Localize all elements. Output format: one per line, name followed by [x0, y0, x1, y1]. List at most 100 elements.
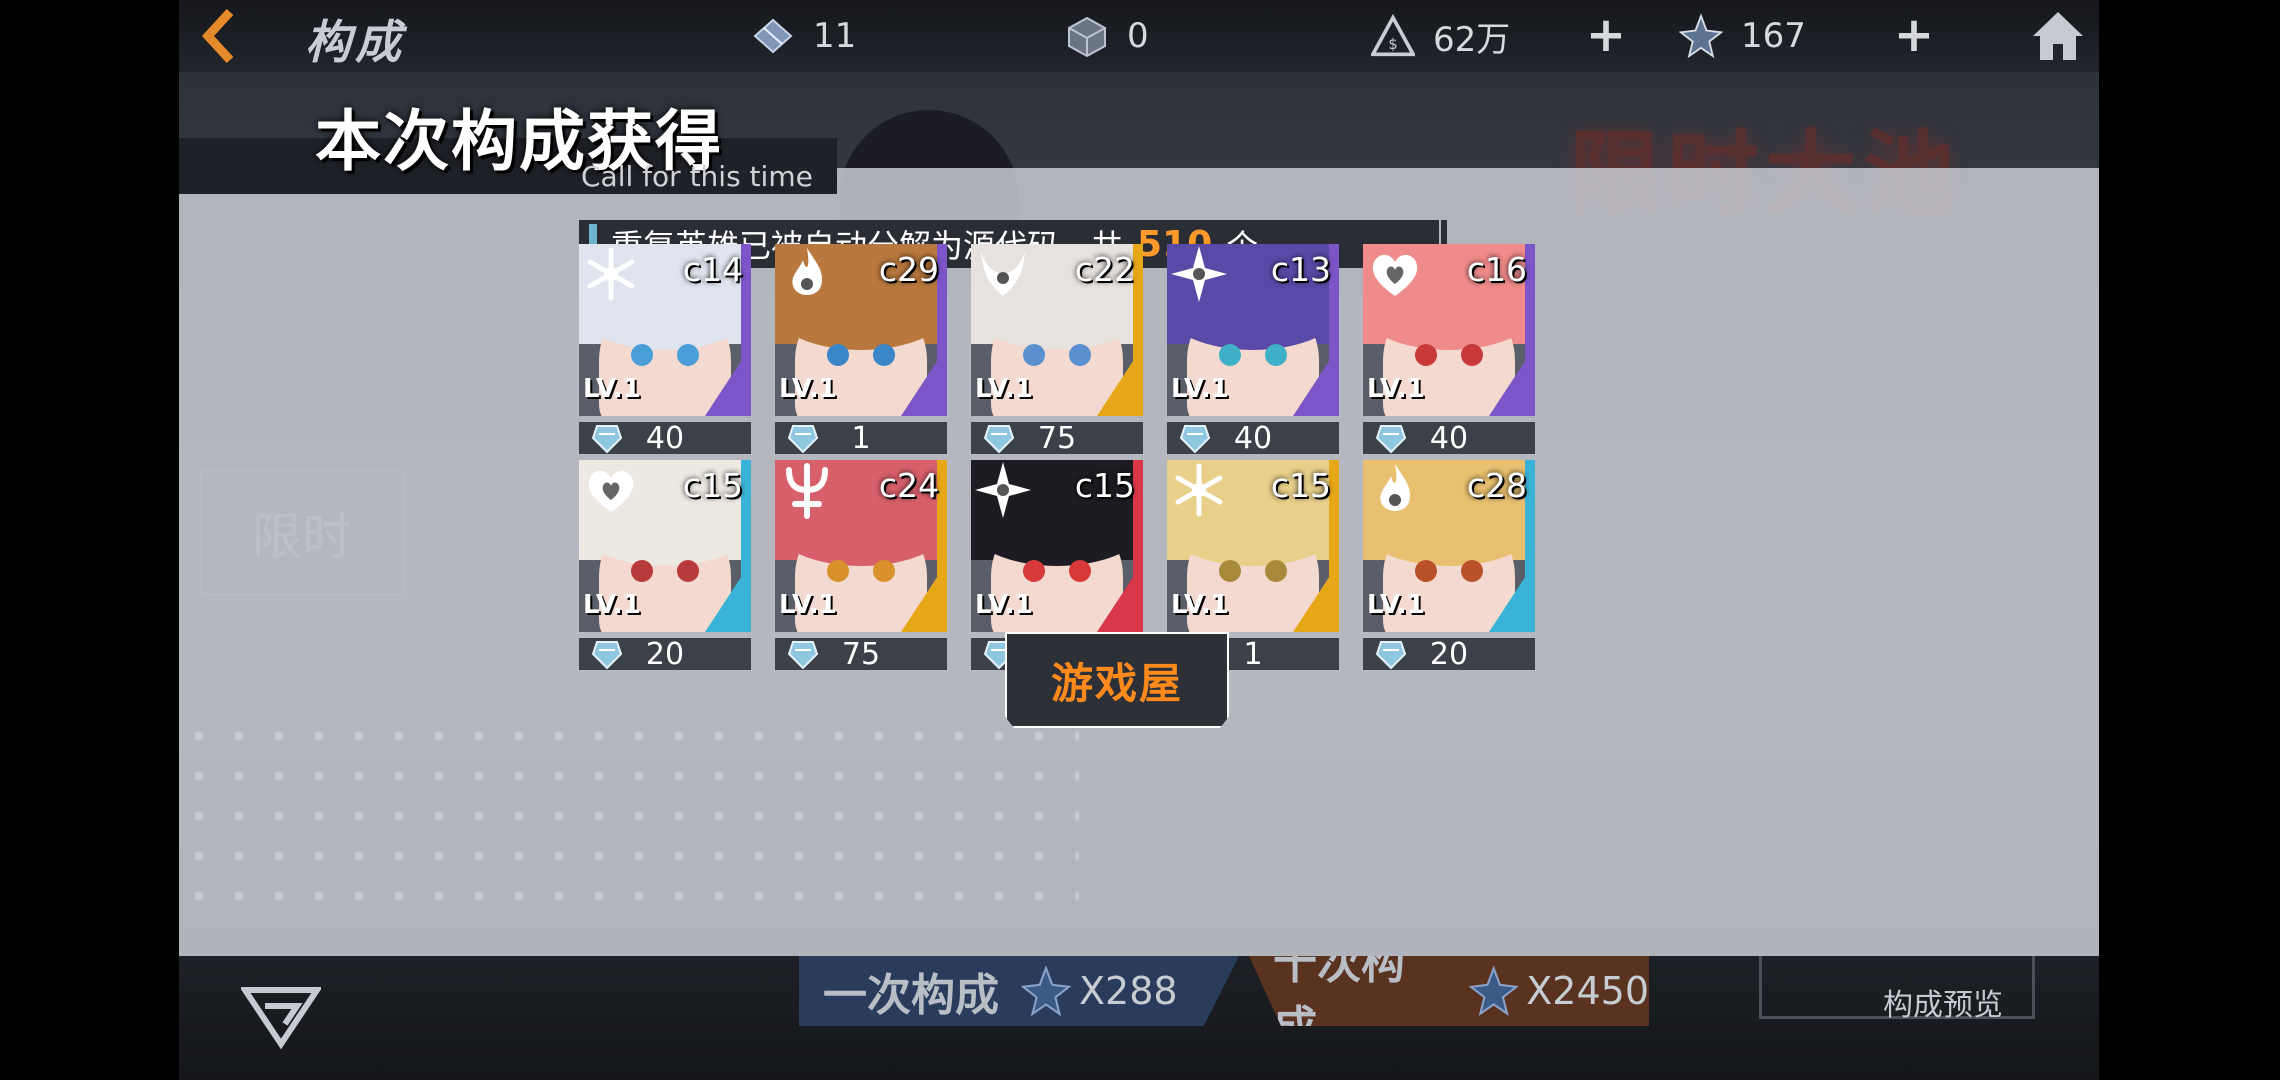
heart-element-icon: [588, 470, 634, 512]
rarity-corner: [1489, 562, 1535, 632]
hero-level: LV.1: [779, 374, 837, 404]
source-code-count-bar: 20: [579, 637, 751, 672]
hero-eye-left: [1219, 344, 1241, 366]
hero-code: c16: [1466, 250, 1527, 289]
resource-star: 167: [1679, 12, 1806, 60]
source-code-chip-icon: [1179, 425, 1211, 454]
snowflake-element-icon: [587, 247, 635, 301]
hero-card[interactable]: c29 LV.1 1: [775, 244, 947, 456]
source-code-chip-icon: [787, 425, 819, 454]
source-code-chip-icon: [787, 641, 819, 670]
hero-code: c24: [878, 466, 939, 505]
star-crystal-icon: [1021, 966, 1071, 1016]
hero-eye-left: [1415, 344, 1437, 366]
resource-gold: $ 62万: [1371, 12, 1510, 60]
source-code-chip-icon: [591, 641, 623, 670]
source-code-chip-icon: [983, 425, 1015, 454]
source-code-chip-icon: [591, 425, 623, 454]
hero-portrait: c14 LV.1: [579, 244, 751, 416]
hero-portrait: c16 LV.1: [1363, 244, 1535, 416]
flame-element-icon: [792, 248, 823, 295]
source-code-count-bar: 75: [971, 420, 1143, 456]
resource-star-value: 167: [1741, 16, 1806, 56]
rarity-corner: [1097, 562, 1143, 632]
resource-blueprint: 11: [751, 12, 856, 60]
hero-eye-left: [1415, 560, 1437, 582]
overlay-pattern: [179, 716, 1079, 916]
hero-portrait: c15 LV.1: [579, 460, 751, 632]
g-logo-icon[interactable]: [239, 980, 323, 1050]
hero-eye-left: [827, 344, 849, 366]
summon-preview-button[interactable]: 构成预览: [1883, 980, 2003, 1024]
hero-code: c15: [1270, 466, 1331, 505]
rarity-corner: [1293, 562, 1339, 632]
demon-element-icon: [981, 252, 1025, 296]
source-code-count-bar: 1: [775, 420, 947, 456]
source-code-count: 40: [1429, 420, 1469, 456]
hero-card[interactable]: c14 LV.1 40: [579, 244, 751, 456]
hero-portrait: c22 LV.1: [971, 244, 1143, 416]
hero-eye-left: [631, 344, 653, 366]
hero-eye-right: [1069, 560, 1091, 582]
hero-eye-right: [1461, 344, 1483, 366]
star-crystal-icon: [1468, 966, 1519, 1016]
hero-level: LV.1: [1367, 590, 1425, 620]
add-gold-button[interactable]: +: [1583, 11, 1629, 59]
hero-eye-left: [1219, 560, 1241, 582]
hero-portrait: c15 LV.1: [971, 460, 1143, 632]
resource-gold-value: 62万: [1433, 19, 1511, 60]
screen-title: 构成: [305, 15, 405, 69]
hero-eye-right: [677, 560, 699, 582]
home-button[interactable]: [2027, 6, 2089, 66]
source-code-count: 1: [1243, 636, 1263, 672]
game-house-label: 游戏屋: [1050, 658, 1183, 708]
source-code-chip-icon: [1375, 425, 1407, 454]
add-star-button[interactable]: +: [1891, 11, 1937, 59]
hero-level: LV.1: [583, 590, 641, 620]
hero-eye-right: [873, 560, 895, 582]
game-house-button[interactable]: 游戏屋: [1005, 632, 1229, 728]
hero-eye-right: [873, 344, 895, 366]
rarity-corner: [705, 346, 751, 416]
source-code-count: 40: [645, 420, 685, 456]
source-code-count-bar: 20: [1363, 636, 1535, 672]
bottom-bar: 一次构成 X288 十次构成 X2450 构成预览: [179, 956, 2099, 1080]
hero-code: c15: [1074, 466, 1135, 505]
source-code-count: 1: [851, 420, 871, 456]
source-code-count-bar: 40: [1167, 421, 1339, 456]
hero-card[interactable]: c22 LV.1 75: [971, 244, 1143, 456]
source-code-count-bar: 75: [775, 637, 947, 672]
rarity-corner: [1097, 346, 1143, 416]
game-screen: 限时大池 限时 构成 11 0 $ 62万 +: [179, 0, 2099, 1080]
star-crystal-icon: [1679, 13, 1723, 59]
hero-portrait: c28 LV.1: [1363, 460, 1535, 632]
source-code-count: 20: [1429, 636, 1469, 672]
single-summon-label: 一次构成: [823, 970, 999, 1021]
hero-portrait: c29 LV.1: [775, 244, 947, 416]
hero-eye-right: [1265, 560, 1287, 582]
source-code-count: 75: [1037, 420, 1077, 456]
hero-eye-right: [1069, 344, 1091, 366]
back-button[interactable]: [197, 6, 243, 66]
hero-card[interactable]: c15 LV.1 20: [579, 460, 751, 672]
shuriken-element-icon: [1171, 246, 1227, 302]
top-bar: 构成 11 0 $ 62万 + 167 +: [179, 0, 2099, 72]
ten-summon-button[interactable]: 十次构成 X2450: [1249, 956, 1649, 1026]
hero-level: LV.1: [1171, 374, 1229, 404]
source-code-count-bar: 40: [579, 420, 751, 456]
hero-level: LV.1: [779, 590, 837, 620]
hero-card[interactable]: c24 LV.1 75: [775, 460, 947, 672]
home-icon: [2033, 12, 2083, 60]
source-code-count-bar: 40: [1363, 420, 1535, 456]
hero-level: LV.1: [1171, 590, 1229, 620]
svg-text:$: $: [1388, 36, 1397, 53]
hero-card[interactable]: c28 LV.1 20: [1363, 460, 1535, 672]
cube-icon: [1065, 14, 1109, 58]
rarity-corner: [901, 346, 947, 416]
hero-card[interactable]: c16 LV.1 40: [1363, 244, 1535, 456]
gold-triangle-icon: $: [1371, 14, 1415, 58]
hero-card[interactable]: c13 LV.1 40: [1167, 244, 1339, 456]
hero-code: c15: [682, 466, 743, 505]
hero-eye-right: [1461, 560, 1483, 582]
single-summon-button[interactable]: 一次构成 X288: [799, 956, 1239, 1026]
